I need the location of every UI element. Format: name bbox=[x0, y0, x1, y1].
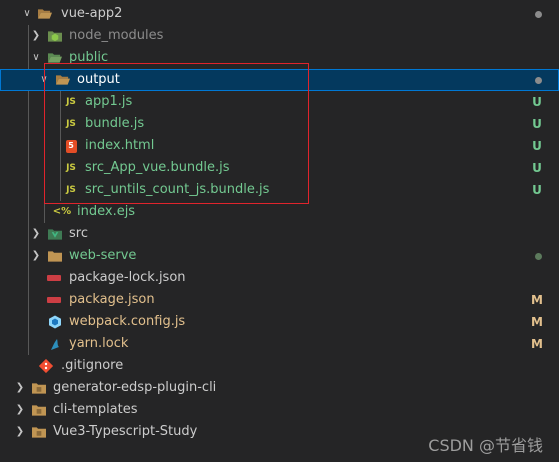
tree-item-label: index.html bbox=[85, 138, 155, 153]
git-status-badge: U bbox=[532, 95, 542, 109]
git-status-badge: U bbox=[532, 183, 542, 197]
tree-folder-node-modules[interactable]: ❯ node_modules bbox=[0, 25, 559, 47]
tree-item-label: .gitignore bbox=[61, 358, 124, 373]
js-file-icon: JS bbox=[66, 185, 76, 195]
chevron-right-icon[interactable]: ❯ bbox=[14, 377, 26, 399]
chevron-down-icon[interactable]: ∨ bbox=[21, 3, 33, 25]
folder-icon bbox=[32, 381, 46, 395]
tree-item-label: node_modules bbox=[69, 28, 164, 43]
tree-file-index-html[interactable]: 5 index.html U bbox=[0, 135, 559, 157]
tree-folder-cli-templates[interactable]: ❯ cli-templates bbox=[0, 399, 559, 421]
watermark: CSDN @节省钱 bbox=[428, 436, 543, 455]
git-status-badge: U bbox=[532, 161, 542, 175]
vue-folder-icon bbox=[48, 227, 62, 241]
tree-item-label: cli-templates bbox=[53, 402, 138, 417]
folder-open-icon bbox=[48, 51, 62, 65]
tree-item-label: package-lock.json bbox=[69, 270, 186, 285]
node-folder-icon bbox=[48, 29, 62, 43]
tree-item-label: src_App_vue.bundle.js bbox=[85, 160, 230, 175]
tree-item-label: generator-edsp-plugin-cli bbox=[53, 380, 217, 395]
chevron-right-icon[interactable]: ❯ bbox=[30, 25, 42, 47]
tree-file-package-lock-json[interactable]: package-lock.json bbox=[0, 267, 559, 289]
js-file-icon: JS bbox=[66, 119, 76, 129]
chevron-right-icon[interactable]: ❯ bbox=[14, 399, 26, 421]
html-file-icon: 5 bbox=[64, 139, 78, 153]
npm-file-icon bbox=[47, 271, 61, 285]
tree-file-package-json[interactable]: package.json M bbox=[0, 289, 559, 311]
tree-file-yarn-lock[interactable]: yarn.lock M bbox=[0, 333, 559, 355]
folder-icon bbox=[32, 425, 46, 439]
webpack-file-icon bbox=[48, 315, 62, 329]
explorer-tree: ∨ vue-app2 ❯ node_modules ∨ public ∨ out… bbox=[0, 3, 559, 443]
folder-icon bbox=[32, 403, 46, 417]
npm-file-icon bbox=[47, 293, 61, 307]
git-status-badge: U bbox=[532, 117, 542, 131]
tree-item-label: app1.js bbox=[85, 94, 133, 109]
tree-file-src-app-vue-bundle-js[interactable]: JS src_App_vue.bundle.js U bbox=[0, 157, 559, 179]
folder-icon bbox=[48, 249, 62, 263]
git-file-icon bbox=[39, 359, 53, 373]
tree-item-label: output bbox=[77, 72, 120, 87]
tree-file-src-untils-count-js-bundle-js[interactable]: JS src_untils_count_js.bundle.js U bbox=[0, 179, 559, 201]
tree-file-app1-js[interactable]: JS app1.js U bbox=[0, 91, 559, 113]
tree-folder-generator-edsp-plugin-cli[interactable]: ❯ generator-edsp-plugin-cli bbox=[0, 377, 559, 399]
tree-folder-output[interactable]: ∨ output bbox=[0, 69, 559, 91]
yarn-file-icon bbox=[48, 337, 62, 351]
tree-folder-vue-app2[interactable]: ∨ vue-app2 bbox=[0, 3, 559, 25]
folder-open-icon bbox=[56, 73, 70, 87]
tree-item-label: public bbox=[69, 50, 109, 65]
chevron-right-icon[interactable]: ❯ bbox=[30, 245, 42, 267]
chevron-right-icon[interactable]: ❯ bbox=[14, 421, 26, 443]
folder-open-icon bbox=[38, 7, 52, 21]
js-file-icon: JS bbox=[66, 163, 76, 173]
ejs-file-icon: <% bbox=[52, 206, 72, 217]
tree-file-gitignore[interactable]: .gitignore bbox=[0, 355, 559, 377]
git-status-badge: M bbox=[531, 337, 543, 351]
git-status-badge: M bbox=[531, 315, 543, 329]
git-status-badge: U bbox=[532, 139, 542, 153]
status-dot bbox=[535, 77, 542, 84]
tree-item-label: Vue3-Typescript-Study bbox=[53, 424, 198, 439]
tree-item-label: src_untils_count_js.bundle.js bbox=[85, 182, 270, 197]
tree-file-index-ejs[interactable]: <% index.ejs bbox=[0, 201, 559, 223]
tree-folder-web-serve[interactable]: ❯ web-serve bbox=[0, 245, 559, 267]
chevron-down-icon[interactable]: ∨ bbox=[30, 47, 42, 69]
tree-file-bundle-js[interactable]: JS bundle.js U bbox=[0, 113, 559, 135]
tree-item-label: yarn.lock bbox=[69, 336, 129, 351]
status-dot bbox=[535, 253, 542, 260]
tree-item-label: bundle.js bbox=[85, 116, 145, 131]
tree-item-label: webpack.config.js bbox=[69, 314, 186, 329]
js-file-icon: JS bbox=[66, 97, 76, 107]
git-status-badge: M bbox=[531, 293, 543, 307]
tree-item-label: vue-app2 bbox=[61, 6, 123, 21]
tree-file-webpack-config-js[interactable]: webpack.config.js M bbox=[0, 311, 559, 333]
tree-folder-public[interactable]: ∨ public bbox=[0, 47, 559, 69]
status-dot bbox=[535, 11, 542, 18]
tree-item-label: web-serve bbox=[69, 248, 137, 263]
tree-item-label: package.json bbox=[69, 292, 155, 307]
tree-folder-src[interactable]: ❯ src bbox=[0, 223, 559, 245]
chevron-down-icon[interactable]: ∨ bbox=[38, 69, 50, 91]
tree-item-label: src bbox=[69, 226, 88, 241]
tree-item-label: index.ejs bbox=[77, 204, 136, 219]
chevron-right-icon[interactable]: ❯ bbox=[30, 223, 42, 245]
